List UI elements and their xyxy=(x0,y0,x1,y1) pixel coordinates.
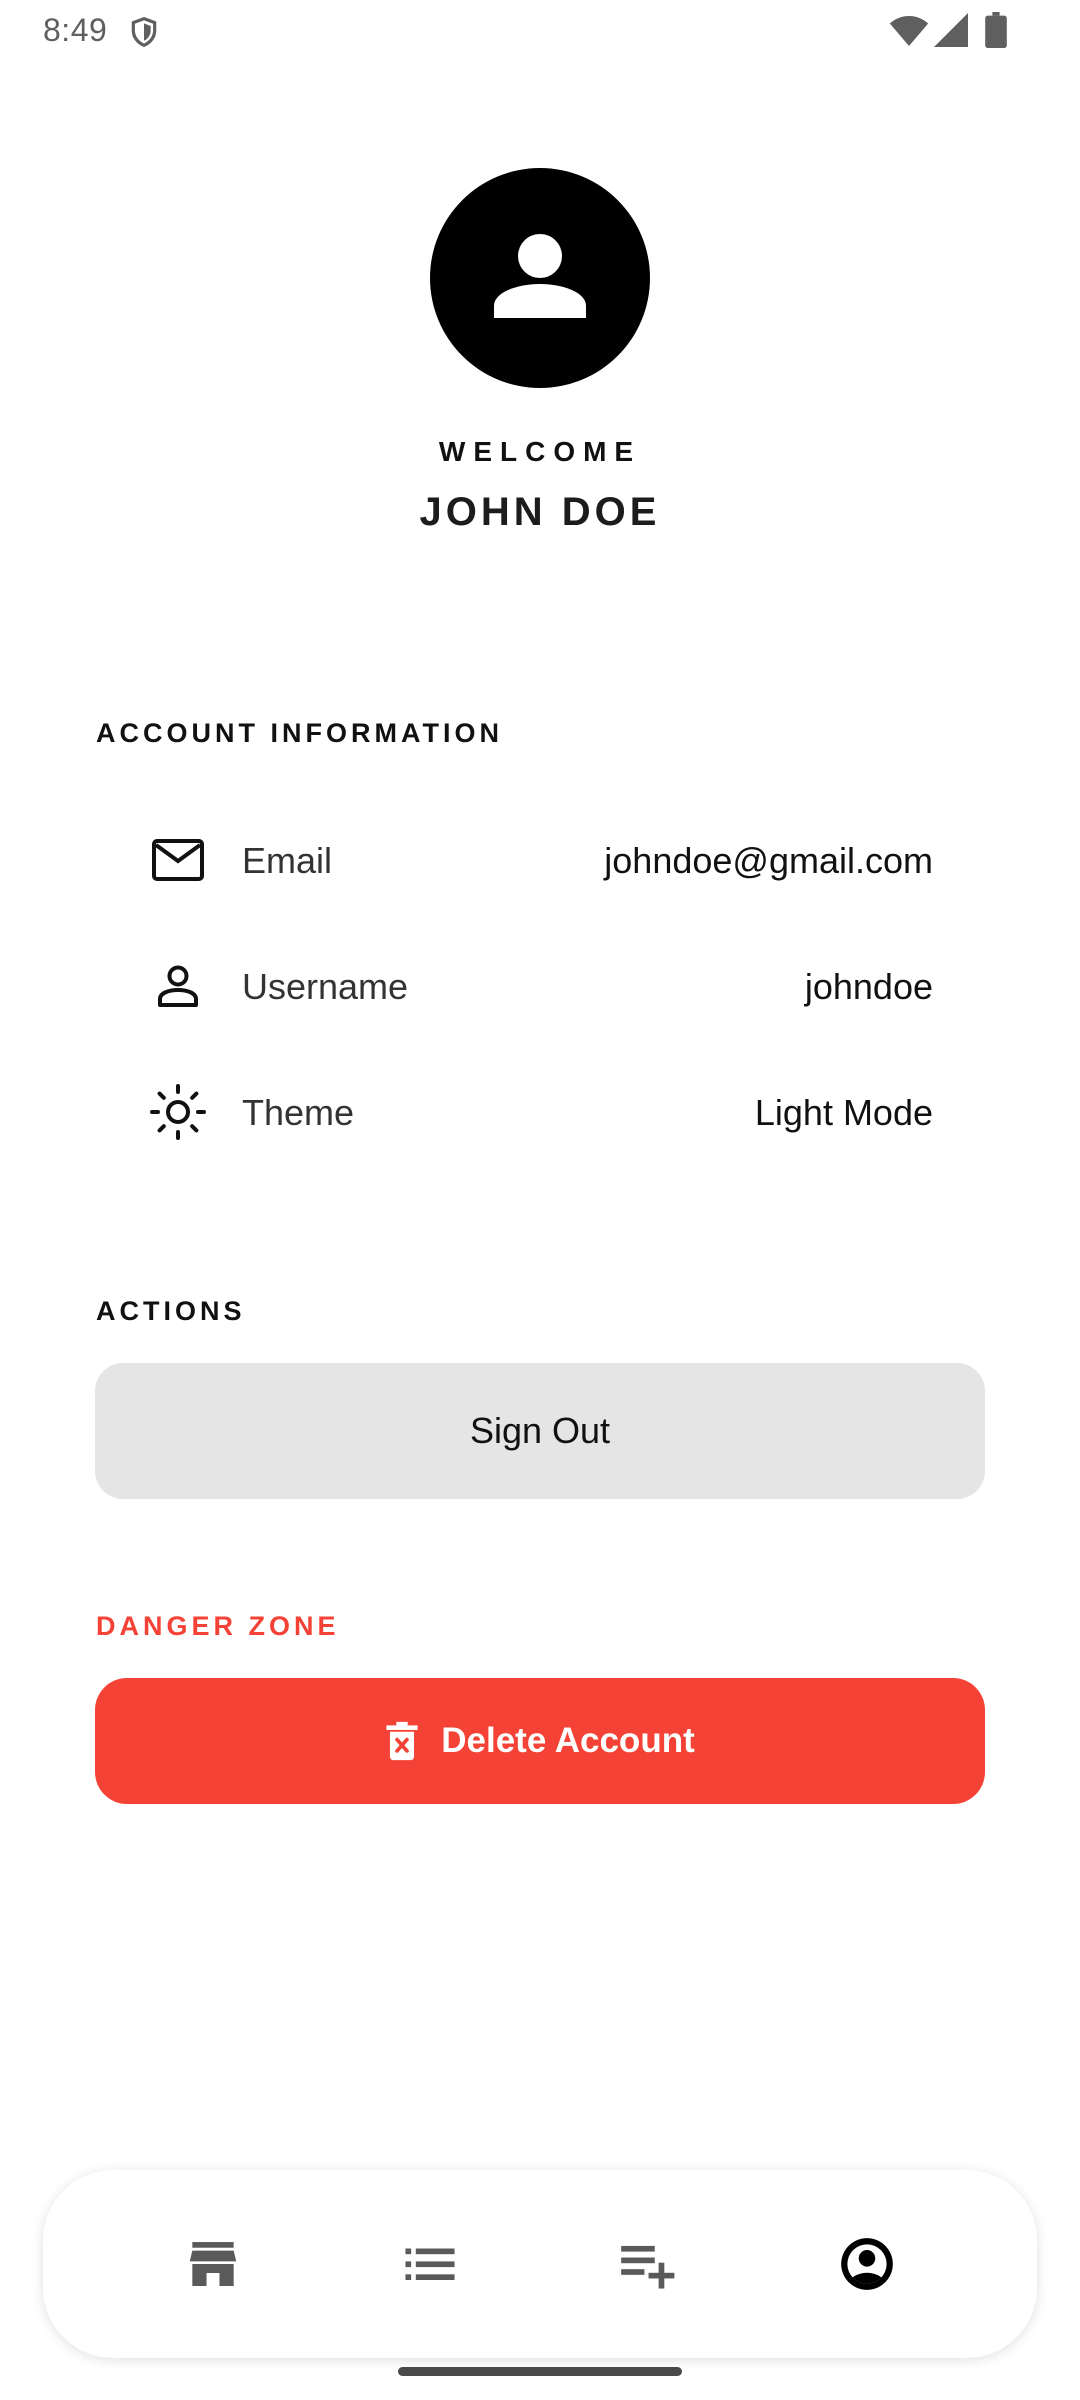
avatar xyxy=(430,168,650,388)
person-icon xyxy=(140,962,216,1010)
list-icon xyxy=(405,2248,455,2281)
wifi-icon xyxy=(889,16,929,46)
danger-zone-header: DANGER ZONE xyxy=(96,1611,340,1641)
battery-icon xyxy=(985,12,1007,48)
nav-item-account[interactable] xyxy=(807,2170,927,2358)
store-icon xyxy=(189,2242,237,2286)
sign-out-label: Sign Out xyxy=(469,1410,611,1451)
playlist-add-icon xyxy=(621,2245,675,2289)
sign-out-button[interactable]: Sign Out xyxy=(95,1363,985,1499)
shield-icon xyxy=(131,16,157,48)
username-value: johndoe xyxy=(804,966,933,1007)
email-row: Email johndoe@gmail.com xyxy=(140,810,940,910)
home-indicator[interactable] xyxy=(398,2367,682,2376)
theme-value: Light Mode xyxy=(754,1092,933,1133)
bottom-navigation xyxy=(43,2170,1037,2358)
nav-item-store[interactable] xyxy=(153,2170,273,2358)
status-time: 8:49 xyxy=(43,12,108,48)
actions-header: ACTIONS xyxy=(96,1296,246,1326)
delete-forever-icon xyxy=(386,1721,418,1761)
signal-icon xyxy=(934,13,968,47)
nav-item-list[interactable] xyxy=(370,2170,490,2358)
user-name: JOHN DOE xyxy=(419,490,661,534)
mail-icon xyxy=(140,836,216,884)
status-bar: 8:49 xyxy=(0,0,1080,62)
username-label: Username xyxy=(242,966,409,1007)
username-row: Username johndoe xyxy=(140,936,940,1036)
person-icon xyxy=(494,234,586,318)
nav-item-add-list[interactable] xyxy=(587,2170,707,2358)
theme-row[interactable]: Theme Light Mode xyxy=(140,1062,940,1162)
theme-label: Theme xyxy=(242,1092,355,1133)
account-circle-icon xyxy=(841,2238,893,2290)
account-information-header: ACCOUNT INFORMATION xyxy=(96,718,503,748)
email-label: Email xyxy=(242,840,333,881)
delete-account-label: Delete Account xyxy=(441,1721,695,1760)
delete-account-button[interactable]: Delete Account xyxy=(95,1678,985,1804)
email-value: johndoe@gmail.com xyxy=(604,840,933,881)
sun-icon xyxy=(140,1084,216,1140)
welcome-label: WELCOME xyxy=(438,436,642,467)
